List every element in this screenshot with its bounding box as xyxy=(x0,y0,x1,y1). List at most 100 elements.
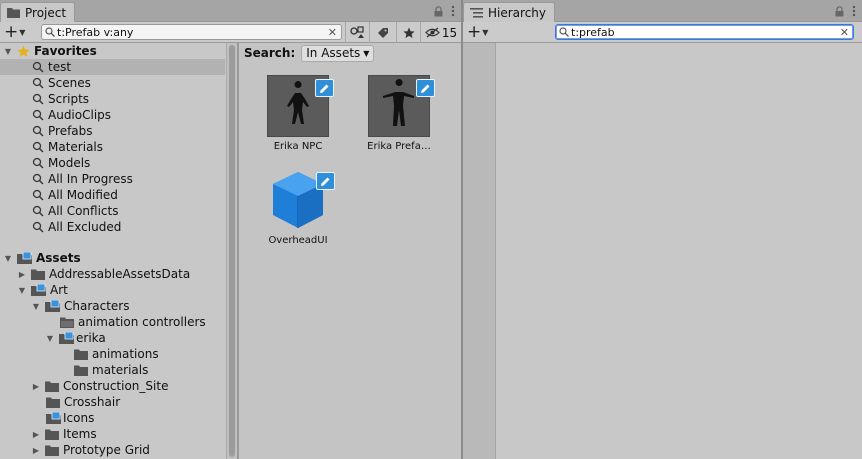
expand-arrow-icon[interactable]: ▼ xyxy=(31,302,41,311)
asset-erika-npc[interactable]: Erika NPC xyxy=(253,75,343,152)
tree-item-icons[interactable]: Icons xyxy=(0,410,225,426)
project-search-input[interactable]: t:Prefab v:any ✕ xyxy=(41,24,342,40)
tree-item-animation-controllers[interactable]: animation controllers xyxy=(0,314,225,330)
tree-scrollbar-thumb[interactable] xyxy=(229,45,235,457)
favorite-item-audioclips[interactable]: AudioClips xyxy=(0,107,225,123)
tag-icon xyxy=(378,27,388,38)
asset-thumbnail xyxy=(267,169,335,231)
favorite-label: test xyxy=(48,60,72,74)
search-icon xyxy=(32,173,44,185)
hierarchy-panel: Hierarchy + ▼ t:prefab ✕ xyxy=(463,0,862,459)
save-search-button[interactable] xyxy=(396,22,420,43)
favorite-item-all-modified[interactable]: All Modified xyxy=(0,187,225,203)
tree-item-art[interactable]: ▼ Art xyxy=(0,282,225,298)
favorites-header[interactable]: ▼ Favorites xyxy=(0,43,225,59)
expand-arrow-icon[interactable]: ▼ xyxy=(3,254,13,263)
folder-icon xyxy=(74,365,88,376)
favorite-item-all-excluded[interactable]: All Excluded xyxy=(0,219,225,235)
search-scope-dropdown[interactable]: In Assets ▼ xyxy=(301,44,375,62)
tree-item-label: Items xyxy=(63,427,97,441)
tree-item-animations[interactable]: animations xyxy=(0,346,225,362)
prefab-edit-badge[interactable] xyxy=(416,79,435,97)
tree-item-characters[interactable]: ▼ Characters xyxy=(0,298,225,314)
favorites-label: Favorites xyxy=(34,44,97,58)
favorite-item-scripts[interactable]: Scripts xyxy=(0,91,225,107)
asset-label: OverheadUI xyxy=(268,235,328,246)
tree-item-materials[interactable]: materials xyxy=(0,362,225,378)
favorite-label: Prefabs xyxy=(48,124,93,138)
folder-icon xyxy=(45,381,59,392)
tree-item-label: Prototype Grid xyxy=(63,443,150,457)
search-scope-value: In Assets xyxy=(306,46,361,60)
asset-grid: Search: In Assets ▼ Erika NPC Erika Pref… xyxy=(239,43,461,459)
tree-item-construction-site[interactable]: ▶ Construction_Site xyxy=(0,378,225,394)
lock-icon[interactable] xyxy=(835,5,844,17)
tree-item-label: animation controllers xyxy=(78,315,206,329)
favorite-label: Scenes xyxy=(48,76,91,90)
more-options-icon[interactable] xyxy=(451,5,455,17)
expand-arrow-icon[interactable]: ▶ xyxy=(31,382,41,391)
favorite-label: All Modified xyxy=(48,188,118,202)
favorite-item-all-conflicts[interactable]: All Conflicts xyxy=(0,203,225,219)
tree-item-crosshair[interactable]: Crosshair xyxy=(0,394,225,410)
package-folder-icon xyxy=(17,252,32,264)
more-options-icon[interactable] xyxy=(852,5,856,17)
tree-item-addressableassetsdata[interactable]: ▶ AddressableAssetsData xyxy=(0,266,225,282)
tree-item-items[interactable]: ▶ Items xyxy=(0,426,225,442)
search-by-type-button[interactable] xyxy=(345,22,369,43)
tab-project[interactable]: Project xyxy=(0,2,76,22)
star-icon xyxy=(17,45,30,57)
folder-icon xyxy=(45,445,59,456)
chevron-down-icon: ▼ xyxy=(482,27,489,37)
favorite-label: Materials xyxy=(48,140,104,154)
search-icon xyxy=(32,189,44,201)
hierarchy-list[interactable] xyxy=(463,43,862,459)
favorite-item-models[interactable]: Models xyxy=(0,155,225,171)
expand-arrow-icon[interactable]: ▼ xyxy=(3,47,13,56)
lock-icon[interactable] xyxy=(434,5,443,17)
asset-overheadui[interactable]: OverheadUI xyxy=(253,169,343,246)
project-toolbar: + ▼ t:Prefab v:any ✕ 15 xyxy=(0,22,461,43)
tree-item-label: AddressableAssetsData xyxy=(49,267,191,281)
favorite-item-materials[interactable]: Materials xyxy=(0,139,225,155)
search-icon xyxy=(32,157,44,169)
prefab-edit-badge[interactable] xyxy=(315,79,334,97)
expand-arrow-icon[interactable]: ▶ xyxy=(17,270,27,279)
tab-hierarchy[interactable]: Hierarchy xyxy=(463,2,556,22)
hierarchy-search-input[interactable]: t:prefab ✕ xyxy=(555,24,854,40)
clear-search-icon[interactable]: ✕ xyxy=(840,26,849,39)
expand-arrow-icon[interactable]: ▶ xyxy=(31,446,41,455)
create-gameobject-button[interactable]: + ▼ xyxy=(463,22,492,42)
prefab-edit-badge[interactable] xyxy=(316,172,335,190)
folder-icon xyxy=(46,397,60,408)
pencil-icon xyxy=(421,84,430,93)
search-icon xyxy=(32,93,44,105)
clear-search-icon[interactable]: ✕ xyxy=(328,26,337,39)
expand-arrow-icon[interactable]: ▼ xyxy=(45,334,55,343)
favorite-item-all-in-progress[interactable]: All In Progress xyxy=(0,171,225,187)
search-icon xyxy=(32,205,44,217)
favorite-item-prefabs[interactable]: Prefabs xyxy=(0,123,225,139)
assets-label: Assets xyxy=(36,251,81,265)
search-icon xyxy=(45,27,55,37)
tree-item-prototype-grid[interactable]: ▶ Prototype Grid xyxy=(0,442,225,458)
pencil-icon xyxy=(320,84,329,93)
tab-hierarchy-label: Hierarchy xyxy=(488,5,547,20)
favorite-item-scenes[interactable]: Scenes xyxy=(0,75,225,91)
asset-erika-prefab[interactable]: Erika Prefa… xyxy=(354,75,444,152)
favorite-label: Scripts xyxy=(48,92,90,106)
tree-scrollbar[interactable] xyxy=(226,43,237,459)
tree-item-erika[interactable]: ▼ erika xyxy=(0,330,225,346)
hierarchy-tabbar: Hierarchy xyxy=(463,0,862,22)
assets-header[interactable]: ▼ Assets xyxy=(0,250,225,266)
create-button[interactable]: + ▼ xyxy=(0,22,29,42)
favorite-item-test[interactable]: test xyxy=(0,59,225,75)
search-by-label-button[interactable] xyxy=(369,22,396,43)
chevron-down-icon: ▼ xyxy=(363,48,370,58)
plus-icon: + xyxy=(467,22,482,42)
expand-arrow-icon[interactable]: ▶ xyxy=(31,430,41,439)
hierarchy-gutter xyxy=(463,43,496,459)
tree-item-label: Crosshair xyxy=(64,395,121,409)
hidden-packages-button[interactable]: 15 xyxy=(420,22,461,43)
expand-arrow-icon[interactable]: ▼ xyxy=(17,286,27,295)
